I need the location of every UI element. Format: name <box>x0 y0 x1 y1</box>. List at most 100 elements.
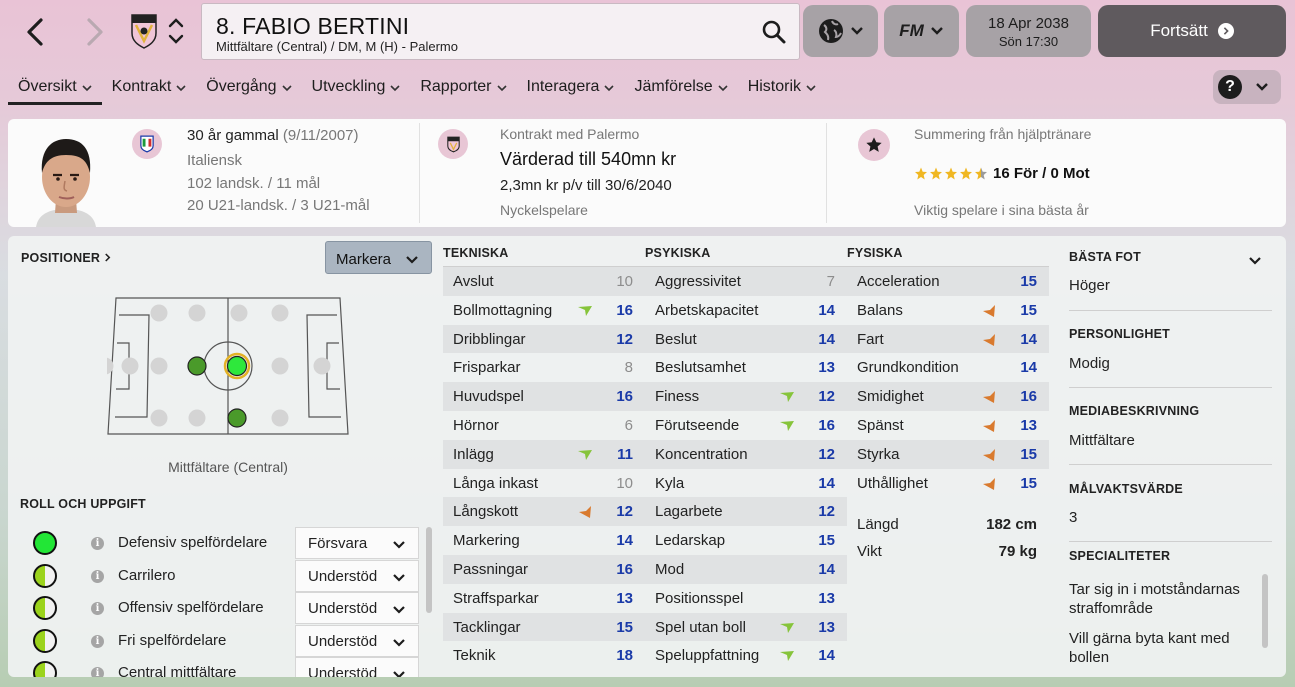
speciality-1: Tar sig in i motståndarnas straffområde <box>1069 581 1240 617</box>
attribute-row[interactable]: Finess 12 <box>645 382 847 411</box>
attribute-row[interactable]: Koncentration 12 <box>645 439 847 469</box>
attribute-row[interactable]: Beslut 14 <box>645 324 847 354</box>
attribute-row[interactable]: Styrka 15 <box>847 439 1049 469</box>
attribute-row[interactable]: Ledarskap 15 <box>645 526 847 555</box>
attribute-value: 11 <box>617 445 633 463</box>
forward-arrow-icon[interactable] <box>78 14 112 50</box>
attribute-row[interactable]: Speluppfattning 14 <box>645 641 847 670</box>
player-avatar <box>30 129 102 227</box>
attribute-name: Koncentration <box>655 445 748 463</box>
attribute-row[interactable]: Smidighet 16 <box>847 382 1049 411</box>
body-measurements: Längd 182 cm Vikt 79 kg <box>847 510 1049 564</box>
role-row[interactable]: i Fri spelfördelare Understöd <box>8 624 428 657</box>
attribute-row[interactable]: Spänst 13 <box>847 411 1049 440</box>
search-icon[interactable] <box>761 19 787 45</box>
help-icon[interactable]: ? <box>1218 75 1242 99</box>
info-icon[interactable]: i <box>91 569 104 583</box>
attribute-row[interactable]: Mod 14 <box>645 554 847 584</box>
duty-select[interactable]: Försvara <box>295 527 419 559</box>
duty-select[interactable]: Understöd <box>295 624 419 657</box>
role-row[interactable]: i Defensiv spelfördelare Försvara <box>8 527 428 559</box>
tab-6[interactable]: Interagera <box>517 68 625 105</box>
chevron-down-icon <box>393 573 405 582</box>
attribute-row[interactable]: Acceleration 15 <box>847 267 1049 296</box>
attribute-name: Spel utan boll <box>655 618 746 636</box>
rating-star-icon <box>930 167 942 179</box>
tab-3[interactable]: Övergång <box>196 68 301 105</box>
duty-select[interactable]: Understöd <box>295 559 419 592</box>
club-crest-icon[interactable] <box>130 13 158 49</box>
attribute-row[interactable]: Positionsspel 13 <box>645 584 847 613</box>
right-scrollbar[interactable] <box>1262 574 1268 648</box>
attribute-row[interactable]: Tacklingar 15 <box>443 612 645 642</box>
attribute-row[interactable]: Kyla 14 <box>645 469 847 498</box>
attribute-row[interactable]: Balans 15 <box>847 296 1049 325</box>
attribute-name: Beslutsamhet <box>655 359 746 377</box>
attribute-row[interactable]: Grundkondition 14 <box>847 353 1049 382</box>
game-date[interactable]: 18 Apr 2038 Sön 17:30 <box>966 5 1091 57</box>
attribute-row[interactable]: Teknik 18 <box>443 641 645 670</box>
assistant-rating: 16 För / 0 Mot <box>914 165 1090 182</box>
attribute-row[interactable]: Dribblingar 12 <box>443 324 645 354</box>
player-header-box[interactable]: 8. FABIO BERTINI Mittfältare (Central) /… <box>201 3 800 60</box>
attribute-row[interactable]: Uthållighet 15 <box>847 469 1049 498</box>
duty-label: Understöd <box>308 632 378 650</box>
role-row[interactable]: i Carrilero Understöd <box>8 559 428 592</box>
attribute-name: Förutseende <box>655 416 740 434</box>
attribute-name: Acceleration <box>857 273 940 290</box>
attribute-row[interactable]: Bollmottagning 16 <box>443 296 645 325</box>
world-menu-button[interactable] <box>803 5 878 57</box>
attribute-name: Mod <box>655 560 685 578</box>
tab-4[interactable]: Utveckling <box>302 68 411 105</box>
attribute-row[interactable]: Huvudspel 16 <box>443 382 645 411</box>
attribute-row[interactable]: Arbetskapacitet 14 <box>645 296 847 325</box>
attribute-row[interactable]: Lagarbete 12 <box>645 497 847 527</box>
attribute-row[interactable]: Avslut 10 <box>443 267 645 296</box>
role-row[interactable]: i Offensiv spelfördelare Understöd <box>8 592 428 624</box>
chevron-down-icon <box>718 85 728 92</box>
chevron-down-icon <box>850 27 863 35</box>
duty-select[interactable]: Understöd <box>295 657 419 677</box>
info-icon[interactable]: i <box>91 602 104 615</box>
attribute-row[interactable]: Aggressivitet 7 <box>645 267 847 296</box>
player-switch-icon[interactable] <box>166 14 186 48</box>
attribute-row[interactable]: Hörnor 6 <box>443 411 645 440</box>
attribute-row[interactable]: Frisparkar 8 <box>443 353 645 382</box>
roles-scrollbar[interactable] <box>426 527 432 613</box>
attribute-row[interactable]: Långskott 12 <box>443 497 645 527</box>
attribute-row[interactable]: Spel utan boll 13 <box>645 612 847 642</box>
position-pitch <box>107 297 349 435</box>
globe-icon <box>818 19 843 43</box>
attribute-row[interactable]: Beslutsamhet 13 <box>645 353 847 382</box>
tab-7[interactable]: Jämförelse <box>624 68 737 105</box>
attribute-row[interactable]: Långa inkast 10 <box>443 469 645 498</box>
highlight-dropdown[interactable]: Markera <box>325 241 432 274</box>
attribute-row[interactable]: Straffsparkar 13 <box>443 584 645 613</box>
positions-title[interactable]: POSITIONER <box>21 251 111 265</box>
role-row[interactable]: i Central mittfältare Understöd <box>8 657 428 677</box>
info-icon[interactable]: i <box>91 667 104 677</box>
fm-menu-button[interactable]: FM <box>884 5 959 57</box>
tab-label: Kontrakt <box>111 78 172 95</box>
tab-5[interactable]: Rapporter <box>410 68 516 105</box>
help-group[interactable]: ? <box>1213 70 1281 104</box>
attribute-row[interactable]: Förutseende 16 <box>645 411 847 440</box>
attribute-value: 12 <box>616 503 633 521</box>
tab-1[interactable]: Översikt <box>8 68 102 105</box>
back-arrow-icon[interactable] <box>18 14 52 50</box>
attribute-row[interactable]: Passningar 16 <box>443 554 645 584</box>
chevron-down-icon[interactable] <box>1255 82 1269 92</box>
attribute-row[interactable]: Markering 14 <box>443 526 645 555</box>
chevron-down-icon[interactable] <box>1248 256 1262 266</box>
tab-8[interactable]: Historik <box>738 68 826 105</box>
attribute-value: 12 <box>818 503 835 521</box>
divider <box>1069 387 1272 388</box>
duty-select[interactable]: Understöd <box>295 592 419 624</box>
info-icon[interactable]: i <box>91 634 104 648</box>
trend-up-icon <box>780 622 794 633</box>
attribute-row[interactable]: Inlägg 11 <box>443 439 645 469</box>
tab-2[interactable]: Kontrakt <box>102 68 197 105</box>
continue-button[interactable]: Fortsätt <box>1098 5 1286 57</box>
attribute-row[interactable]: Fart 14 <box>847 324 1049 354</box>
info-icon[interactable]: i <box>91 537 104 550</box>
